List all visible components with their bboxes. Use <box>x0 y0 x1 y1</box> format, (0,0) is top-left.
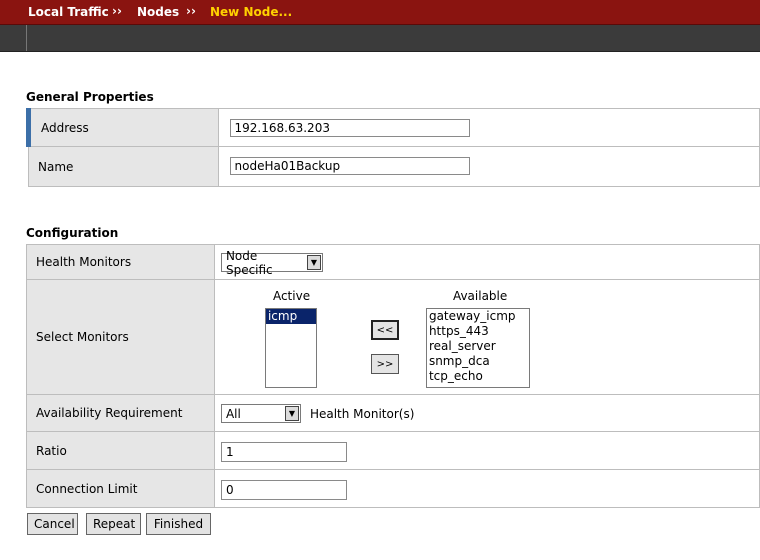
ratio-input[interactable] <box>220 442 347 462</box>
menu-divider <box>26 25 27 51</box>
address-label: Address <box>26 108 219 147</box>
menu-bar <box>0 25 760 52</box>
connection-limit-label: Connection Limit <box>26 469 215 508</box>
list-item[interactable]: gateway_icmp <box>427 309 529 324</box>
finished-button[interactable]: Finished <box>146 513 211 535</box>
breadcrumb-separator-icon: ›› <box>186 4 196 18</box>
health-monitors-select[interactable]: Node Specific ▼ <box>220 249 323 277</box>
chevron-down-icon[interactable]: ▼ <box>284 406 299 421</box>
move-left-button[interactable]: << <box>370 320 399 340</box>
breadcrumb-nodes[interactable]: Nodes <box>137 5 179 19</box>
breadcrumb-current-page: New Node... <box>210 5 293 19</box>
name-input[interactable] <box>229 157 470 175</box>
list-item[interactable]: icmp <box>265 309 316 324</box>
availability-suffix: Health Monitor(s) <box>309 407 415 421</box>
move-right-button[interactable]: >> <box>370 354 399 374</box>
configuration-table: Health Monitors Node Specific ▼ Select M… <box>26 244 760 508</box>
address-input[interactable] <box>229 119 470 137</box>
availability-requirement-value: All <box>225 406 241 421</box>
breadcrumb-local-traffic[interactable]: Local Traffic <box>28 5 109 19</box>
availability-requirement-label: Availability Requirement <box>26 394 215 432</box>
breadcrumb-separator-icon: ›› <box>112 4 122 18</box>
availability-requirement-select[interactable]: All ▼ <box>220 404 301 423</box>
list-item[interactable]: snmp_dca <box>427 354 529 369</box>
active-monitors-list[interactable]: icmp <box>264 308 317 388</box>
active-heading: Active <box>272 289 311 303</box>
available-monitors-list[interactable]: gateway_icmp https_443 real_server snmp_… <box>425 308 530 388</box>
select-monitors-label: Select Monitors <box>26 279 215 395</box>
configuration-title: Configuration <box>26 226 119 240</box>
list-item[interactable]: real_server <box>427 339 529 354</box>
ratio-label: Ratio <box>26 431 215 470</box>
health-monitors-label: Health Monitors <box>26 244 215 280</box>
health-monitors-value: Node Specific <box>225 248 273 277</box>
chevron-down-icon[interactable]: ▼ <box>306 255 321 270</box>
name-label: Name <box>28 146 219 187</box>
list-item[interactable]: tcp_echo <box>427 369 529 384</box>
cancel-button[interactable]: Cancel <box>27 513 78 535</box>
breadcrumb: Local Traffic ›› Nodes ›› New Node... <box>0 0 760 25</box>
list-item[interactable]: https_443 <box>427 324 529 339</box>
general-properties-table: Address Name <box>26 108 760 187</box>
available-heading: Available <box>452 289 508 303</box>
repeat-button[interactable]: Repeat <box>86 513 141 535</box>
connection-limit-input[interactable] <box>220 480 347 500</box>
general-properties-title: General Properties <box>26 90 154 104</box>
